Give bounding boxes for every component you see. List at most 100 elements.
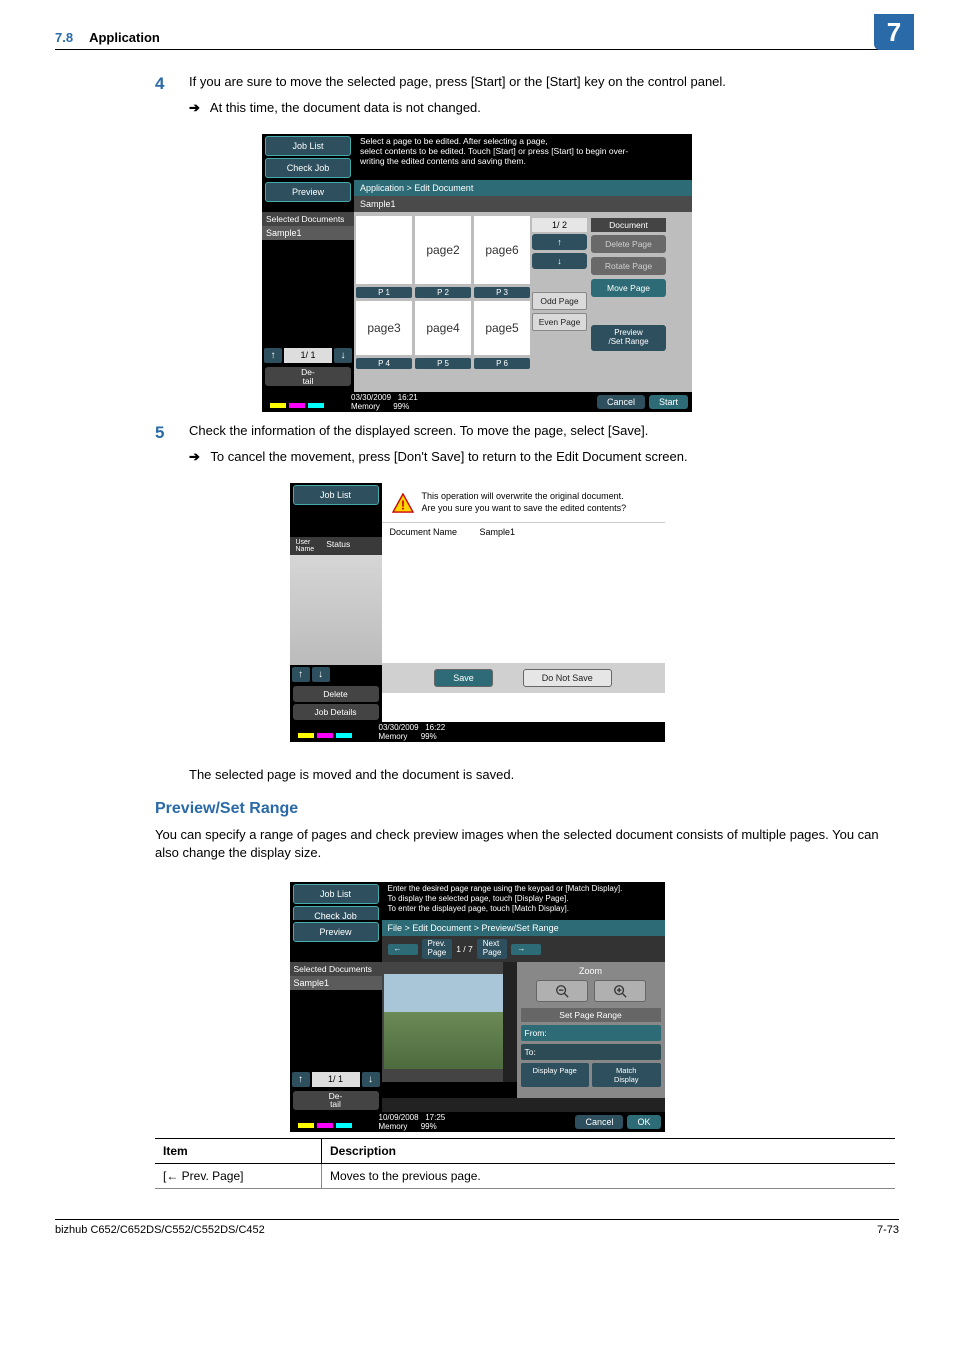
toner-status (294, 723, 375, 741)
even-page-button[interactable]: Even Page (532, 313, 587, 331)
selected-document-item[interactable]: Sample1 (262, 226, 354, 240)
prev-page-button[interactable]: Prev. Page (422, 939, 453, 959)
step-5: 5 Check the information of the displayed… (155, 423, 899, 443)
do-not-save-button[interactable]: Do Not Save (523, 669, 612, 687)
page-up-button[interactable]: ↑ (532, 234, 587, 250)
page-thumbnail-grid: P 1 page2P 2 page6P 3 page3P 4 page4P 5 … (356, 216, 530, 388)
document-name: Sample1 (354, 196, 692, 212)
odd-page-button[interactable]: Odd Page (532, 292, 587, 310)
warning-icon: ! (392, 493, 414, 513)
page-down-button[interactable]: ↓ (532, 253, 587, 269)
page-header: 7.8 Application (55, 30, 899, 50)
screenshot-edit-document: Job List Check Job Select a page to be e… (262, 134, 692, 407)
job-list-button[interactable]: Job List (293, 485, 379, 505)
table-cell-item: [← Prev. Page] (155, 1164, 322, 1189)
table-header-item: Item (155, 1139, 322, 1164)
instruction-text: Select a page to be edited. After select… (354, 134, 692, 180)
footer-model: bizhub C652/C652DS/C552/C552DS/C452 (55, 1224, 265, 1236)
horizontal-scrollbar[interactable] (382, 1098, 665, 1112)
arrow-icon: ➔ (189, 449, 207, 465)
zoom-header: Zoom (521, 966, 661, 976)
section-number: 7.8 (55, 30, 73, 45)
detail-button[interactable]: De- tail (265, 367, 351, 386)
save-button[interactable]: Save (434, 669, 493, 687)
document-panel-header: Document (591, 218, 666, 232)
page-thumb-5[interactable]: page4P 5 (415, 301, 471, 355)
zoom-out-button[interactable] (536, 980, 588, 1002)
step-4: 4 If you are sure to move the selected p… (155, 74, 899, 94)
cancel-button[interactable]: Cancel (597, 395, 645, 409)
arrow-icon: ➔ (189, 100, 207, 116)
breadcrumb: Application > Edit Document (354, 180, 692, 196)
start-button[interactable]: Start (649, 395, 688, 409)
table-cell-desc: Moves to the previous page. (322, 1164, 896, 1189)
up-arrow-icon[interactable]: ↑ (292, 667, 310, 682)
instruction-text: Enter the desired page range using the k… (382, 882, 665, 920)
cancel-button[interactable]: Cancel (575, 1115, 623, 1129)
page-footer: bizhub C652/C652DS/C552/C552DS/C452 7-73 (55, 1219, 899, 1236)
up-arrow-icon[interactable]: ↑ (264, 348, 282, 363)
page-thumb-6[interactable]: page5P 6 (474, 301, 530, 355)
selected-document-item[interactable]: Sample1 (290, 976, 382, 990)
document-name-row: Document Name Sample1 (382, 522, 665, 541)
step-5-sub: ➔ To cancel the movement, press [Don't S… (189, 449, 899, 465)
down-arrow-icon[interactable]: ↓ (362, 1072, 380, 1087)
main-pager: 1/ 2 (532, 218, 587, 232)
svg-text:!: ! (400, 497, 404, 512)
prev-arrow-icon[interactable]: ← (388, 944, 418, 955)
screenshot-save-confirm: Job List User Name Status ↑ ↓ Delete Job… (290, 483, 665, 733)
preview-button[interactable]: Preview (265, 182, 351, 202)
preview-range-paragraph: You can specify a range of pages and che… (155, 826, 899, 862)
to-field[interactable]: To: (521, 1044, 661, 1060)
step-5-number: 5 (155, 423, 189, 443)
preview-image (384, 974, 514, 1069)
delete-button[interactable]: Delete (293, 686, 379, 702)
status-bar: 10/09/2008 17:25 Memory 99% (379, 1113, 446, 1131)
page-counter: 1 / 7 (456, 944, 473, 954)
preview-button[interactable]: Preview (293, 922, 379, 942)
move-page-button[interactable]: Move Page (591, 279, 666, 297)
from-field[interactable]: From: (521, 1025, 661, 1041)
toner-status (266, 393, 347, 411)
job-list-button[interactable]: Job List (265, 136, 351, 156)
selected-documents-header: Selected Documents (262, 212, 354, 226)
page-thumb-4[interactable]: page3P 4 (356, 301, 412, 355)
result-text: The selected page is moved and the docum… (189, 767, 899, 782)
preview-set-range-button[interactable]: Preview /Set Range (591, 325, 666, 351)
vertical-scrollbar[interactable] (503, 962, 517, 1082)
down-arrow-icon[interactable]: ↓ (334, 348, 352, 363)
rotate-page-button[interactable]: Rotate Page (591, 257, 666, 275)
job-details-button[interactable]: Job Details (293, 704, 379, 720)
ok-button[interactable]: OK (627, 1115, 660, 1129)
selected-documents-header: Selected Documents (290, 962, 382, 976)
set-page-range-header: Set Page Range (521, 1008, 661, 1022)
page-thumb-1[interactable]: P 1 (356, 216, 412, 284)
chapter-badge: 7 (874, 14, 914, 50)
match-display-button[interactable]: Match Display (592, 1063, 661, 1087)
zoom-in-button[interactable] (594, 980, 646, 1002)
detail-button[interactable]: De- tail (293, 1091, 379, 1110)
status-bar: 03/30/2009 16:21 Memory 99% (351, 393, 418, 411)
delete-page-button[interactable]: Delete Page (591, 235, 666, 253)
step-4-sub: ➔ At this time, the document data is not… (189, 100, 899, 116)
page-navigation: ← Prev. Page 1 / 7 Next Page → (382, 936, 665, 962)
page-thumb-2[interactable]: page2P 2 (415, 216, 471, 284)
check-job-button[interactable]: Check Job (265, 158, 351, 178)
toner-status (294, 1113, 375, 1131)
table-row: [← Prev. Page] Moves to the previous pag… (155, 1164, 895, 1189)
step-4-number: 4 (155, 74, 189, 94)
job-list-button[interactable]: Job List (293, 884, 379, 904)
next-page-button[interactable]: Next Page (477, 939, 508, 959)
description-table: Item Description [← Prev. Page] Moves to… (155, 1138, 895, 1189)
down-arrow-icon[interactable]: ↓ (312, 667, 330, 682)
screenshot-preview-set-range: Job List Check Job Enter the desired pag… (290, 882, 665, 1122)
page-thumb-3[interactable]: page6P 3 (474, 216, 530, 284)
user-status-header: User Name Status (290, 537, 382, 555)
step-4-text: If you are sure to move the selected pag… (189, 74, 899, 94)
next-arrow-icon[interactable]: → (511, 944, 541, 955)
status-bar: 03/30/2009 16:22 Memory 99% (379, 723, 446, 741)
display-page-button[interactable]: Display Page (521, 1063, 590, 1087)
table-header-description: Description (322, 1139, 896, 1164)
breadcrumb: File > Edit Document > Preview/Set Range (382, 920, 665, 936)
up-arrow-icon[interactable]: ↑ (292, 1072, 310, 1087)
